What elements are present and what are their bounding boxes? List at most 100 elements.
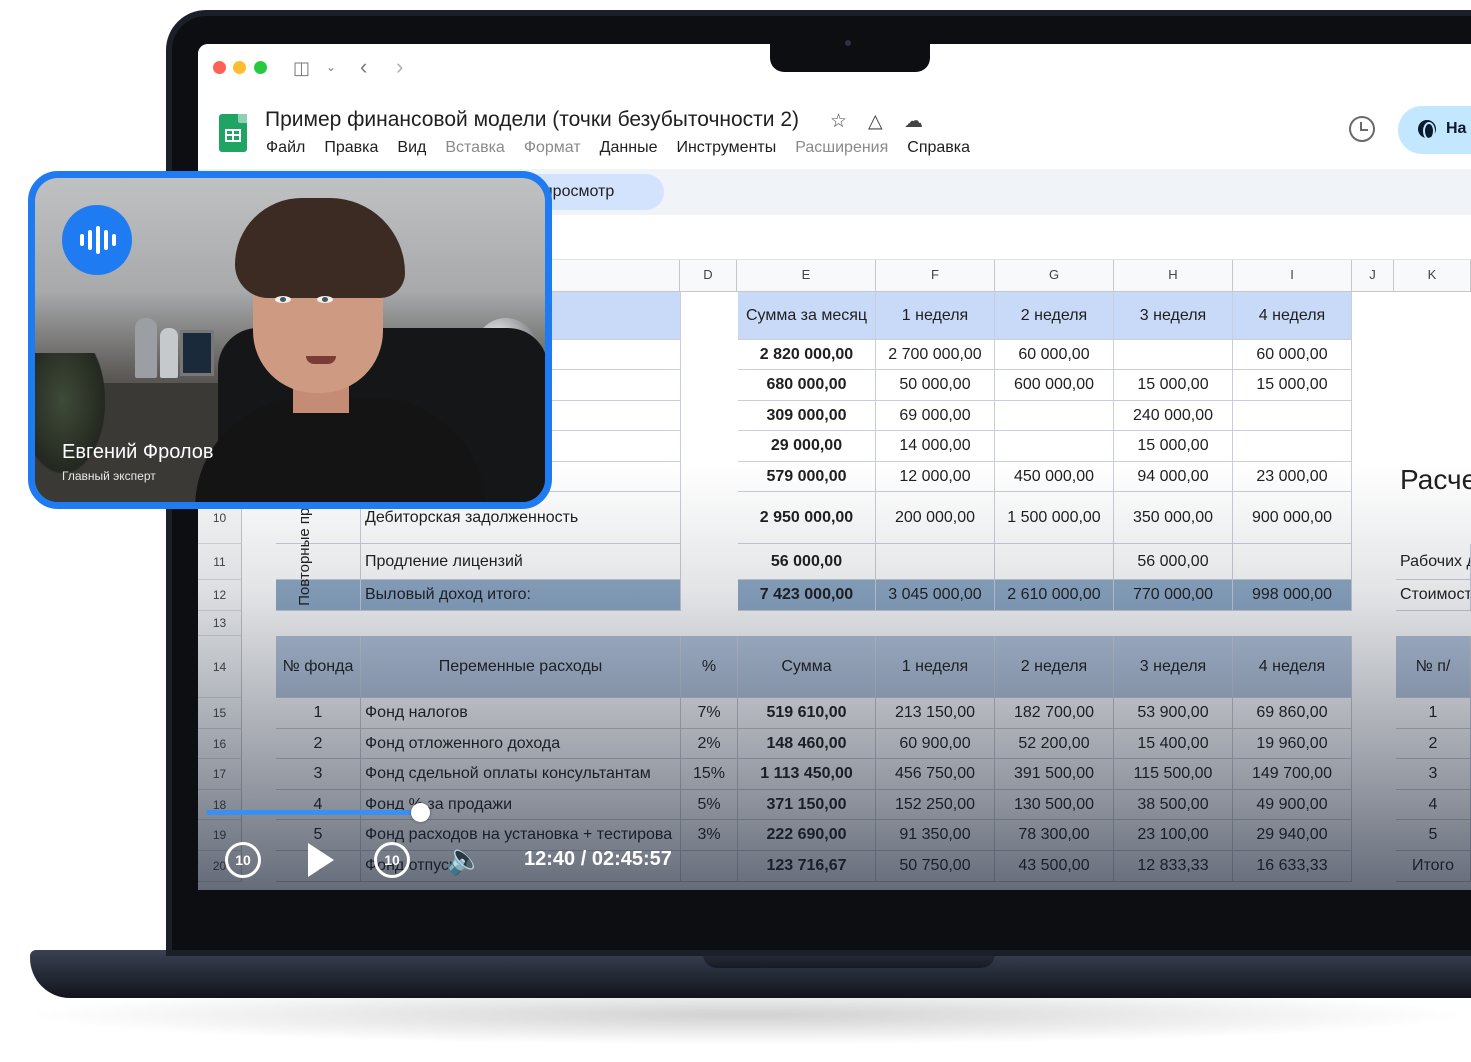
row-label[interactable]: Фонд расходов на установка + тестирова xyxy=(361,820,681,851)
value-cell[interactable]: 23 100,00 xyxy=(1114,820,1233,851)
menu-item[interactable]: Данные xyxy=(600,139,658,157)
value-cell[interactable]: 19 960,00 xyxy=(1233,729,1352,759)
value-cell[interactable]: 78 300,00 xyxy=(995,820,1114,851)
value-cell[interactable]: 91 350,00 xyxy=(876,820,995,851)
speaker-video[interactable]: Евгений Фролов Главный эксперт xyxy=(28,171,552,509)
value-cell[interactable] xyxy=(995,544,1114,580)
header-cell[interactable]: 4 неделя xyxy=(1233,636,1352,698)
header-cell[interactable]: № п/ xyxy=(1396,636,1471,698)
menu-item[interactable]: Вид xyxy=(397,139,426,157)
column-header[interactable]: E xyxy=(737,260,876,292)
value-cell[interactable]: 998 000,00 xyxy=(1233,580,1352,611)
menu-item[interactable]: Справка xyxy=(907,139,970,157)
rewind-10-button[interactable]: 10 xyxy=(225,842,261,878)
value-cell[interactable]: 182 700,00 xyxy=(995,698,1114,729)
column-header[interactable]: G xyxy=(995,260,1114,292)
chevron-down-icon[interactable]: ⌄ xyxy=(326,61,336,73)
value-cell[interactable]: 69 000,00 xyxy=(876,401,995,431)
value-cell[interactable]: 3 045 000,00 xyxy=(876,580,995,611)
value-cell[interactable]: 900 000,00 xyxy=(1233,492,1352,544)
value-cell[interactable]: 130 500,00 xyxy=(995,790,1114,820)
side-row-label[interactable]: Стоимост xyxy=(1396,580,1471,611)
value-cell[interactable]: 60 900,00 xyxy=(876,729,995,759)
version-history-icon[interactable] xyxy=(1349,116,1375,142)
row-number[interactable]: 15 xyxy=(198,698,242,729)
total-cell[interactable]: 309 000,00 xyxy=(738,401,876,431)
total-cell[interactable]: 519 610,00 xyxy=(738,698,876,729)
total-cell[interactable]: 1 113 450,00 xyxy=(738,759,876,790)
header-cell[interactable]: № фонда xyxy=(276,636,361,698)
value-cell[interactable]: 53 900,00 xyxy=(1114,698,1233,729)
total-cell[interactable]: 371 150,00 xyxy=(738,790,876,820)
value-cell[interactable]: 60 000,00 xyxy=(995,340,1114,370)
column-header[interactable]: H xyxy=(1114,260,1233,292)
row-number[interactable]: 13 xyxy=(198,611,242,636)
percent-cell[interactable]: 5% xyxy=(681,790,738,820)
row-label[interactable]: Фонд налогов xyxy=(361,698,681,729)
value-cell[interactable]: 56 000,00 xyxy=(1114,544,1233,580)
menu-item[interactable]: Расширения xyxy=(795,139,888,157)
value-cell[interactable]: 15 000,00 xyxy=(1114,370,1233,401)
minimize-window-button[interactable] xyxy=(233,61,246,74)
row-number[interactable]: 18 xyxy=(198,790,242,820)
value-cell[interactable] xyxy=(1233,401,1352,431)
total-cell[interactable]: 56 000,00 xyxy=(738,544,876,580)
value-cell[interactable]: 50 000,00 xyxy=(876,370,995,401)
header-cell[interactable]: Переменные расходы xyxy=(361,636,681,698)
total-cell[interactable]: 222 690,00 xyxy=(738,820,876,851)
value-cell[interactable] xyxy=(995,431,1114,462)
column-header[interactable]: J xyxy=(1352,260,1394,292)
value-cell[interactable]: 450 000,00 xyxy=(995,462,1114,492)
cell[interactable] xyxy=(276,580,361,611)
value-cell[interactable]: 15 000,00 xyxy=(1114,431,1233,462)
total-cell[interactable]: 2 820 000,00 xyxy=(738,340,876,370)
side-table-number[interactable]: 5 xyxy=(1396,820,1471,851)
value-cell[interactable]: 15 400,00 xyxy=(1114,729,1233,759)
volume-icon[interactable]: 🔈 xyxy=(446,845,483,875)
column-header[interactable]: F xyxy=(876,260,995,292)
value-cell[interactable] xyxy=(995,401,1114,431)
value-cell[interactable]: 2 700 000,00 xyxy=(876,340,995,370)
total-cell[interactable]: 579 000,00 xyxy=(738,462,876,492)
header-cell[interactable]: % xyxy=(681,636,738,698)
maximize-window-button[interactable] xyxy=(254,61,267,74)
row-number[interactable]: 14 xyxy=(198,636,242,698)
row-label[interactable]: Фонд % за продажи xyxy=(361,790,681,820)
header-cell[interactable]: Сумма xyxy=(738,636,876,698)
column-header[interactable]: D xyxy=(680,260,737,292)
side-table-number[interactable]: 1 xyxy=(1396,698,1471,729)
value-cell[interactable]: 69 860,00 xyxy=(1233,698,1352,729)
back-icon[interactable]: ‹ xyxy=(360,56,367,78)
value-cell[interactable]: 149 700,00 xyxy=(1233,759,1352,790)
value-cell[interactable]: 29 940,00 xyxy=(1233,820,1352,851)
value-cell[interactable]: 60 000,00 xyxy=(1233,340,1352,370)
value-cell[interactable]: 350 000,00 xyxy=(1114,492,1233,544)
value-cell[interactable]: 38 500,00 xyxy=(1114,790,1233,820)
row-label[interactable]: Продление лицензий xyxy=(361,544,681,580)
play-button[interactable] xyxy=(308,843,334,877)
header-cell[interactable]: 3 неделя xyxy=(1114,292,1233,340)
share-button[interactable]: На xyxy=(1398,106,1471,154)
value-cell[interactable]: 456 750,00 xyxy=(876,759,995,790)
row-number[interactable]: 12 xyxy=(198,580,242,611)
menu-item[interactable]: Инструменты xyxy=(676,139,776,157)
star-icon[interactable]: ☆ xyxy=(830,110,847,133)
move-to-drive-icon[interactable]: △ xyxy=(868,110,883,133)
percent-cell[interactable]: 15% xyxy=(681,759,738,790)
total-cell[interactable]: 2 950 000,00 xyxy=(738,492,876,544)
row-number[interactable]: 17 xyxy=(198,759,242,790)
value-cell[interactable]: 50 750,00 xyxy=(876,851,995,882)
percent-cell[interactable]: 3% xyxy=(681,820,738,851)
side-row-label[interactable]: Рабочих д xyxy=(1396,544,1471,580)
cloud-saved-icon[interactable]: ☁ xyxy=(904,110,923,133)
side-table-number[interactable]: 4 xyxy=(1396,790,1471,820)
header-cell[interactable]: 2 неделя xyxy=(995,636,1114,698)
value-cell[interactable]: 14 000,00 xyxy=(876,431,995,462)
header-cell[interactable]: 2 неделя xyxy=(995,292,1114,340)
value-cell[interactable]: 770 000,00 xyxy=(1114,580,1233,611)
sidebar-toggle-icon[interactable]: ◫ xyxy=(293,59,310,77)
header-cell[interactable]: Сумма за месяц xyxy=(738,292,876,340)
row-number[interactable]: 11 xyxy=(198,544,242,580)
value-cell[interactable]: 200 000,00 xyxy=(876,492,995,544)
value-cell[interactable]: 2 610 000,00 xyxy=(995,580,1114,611)
